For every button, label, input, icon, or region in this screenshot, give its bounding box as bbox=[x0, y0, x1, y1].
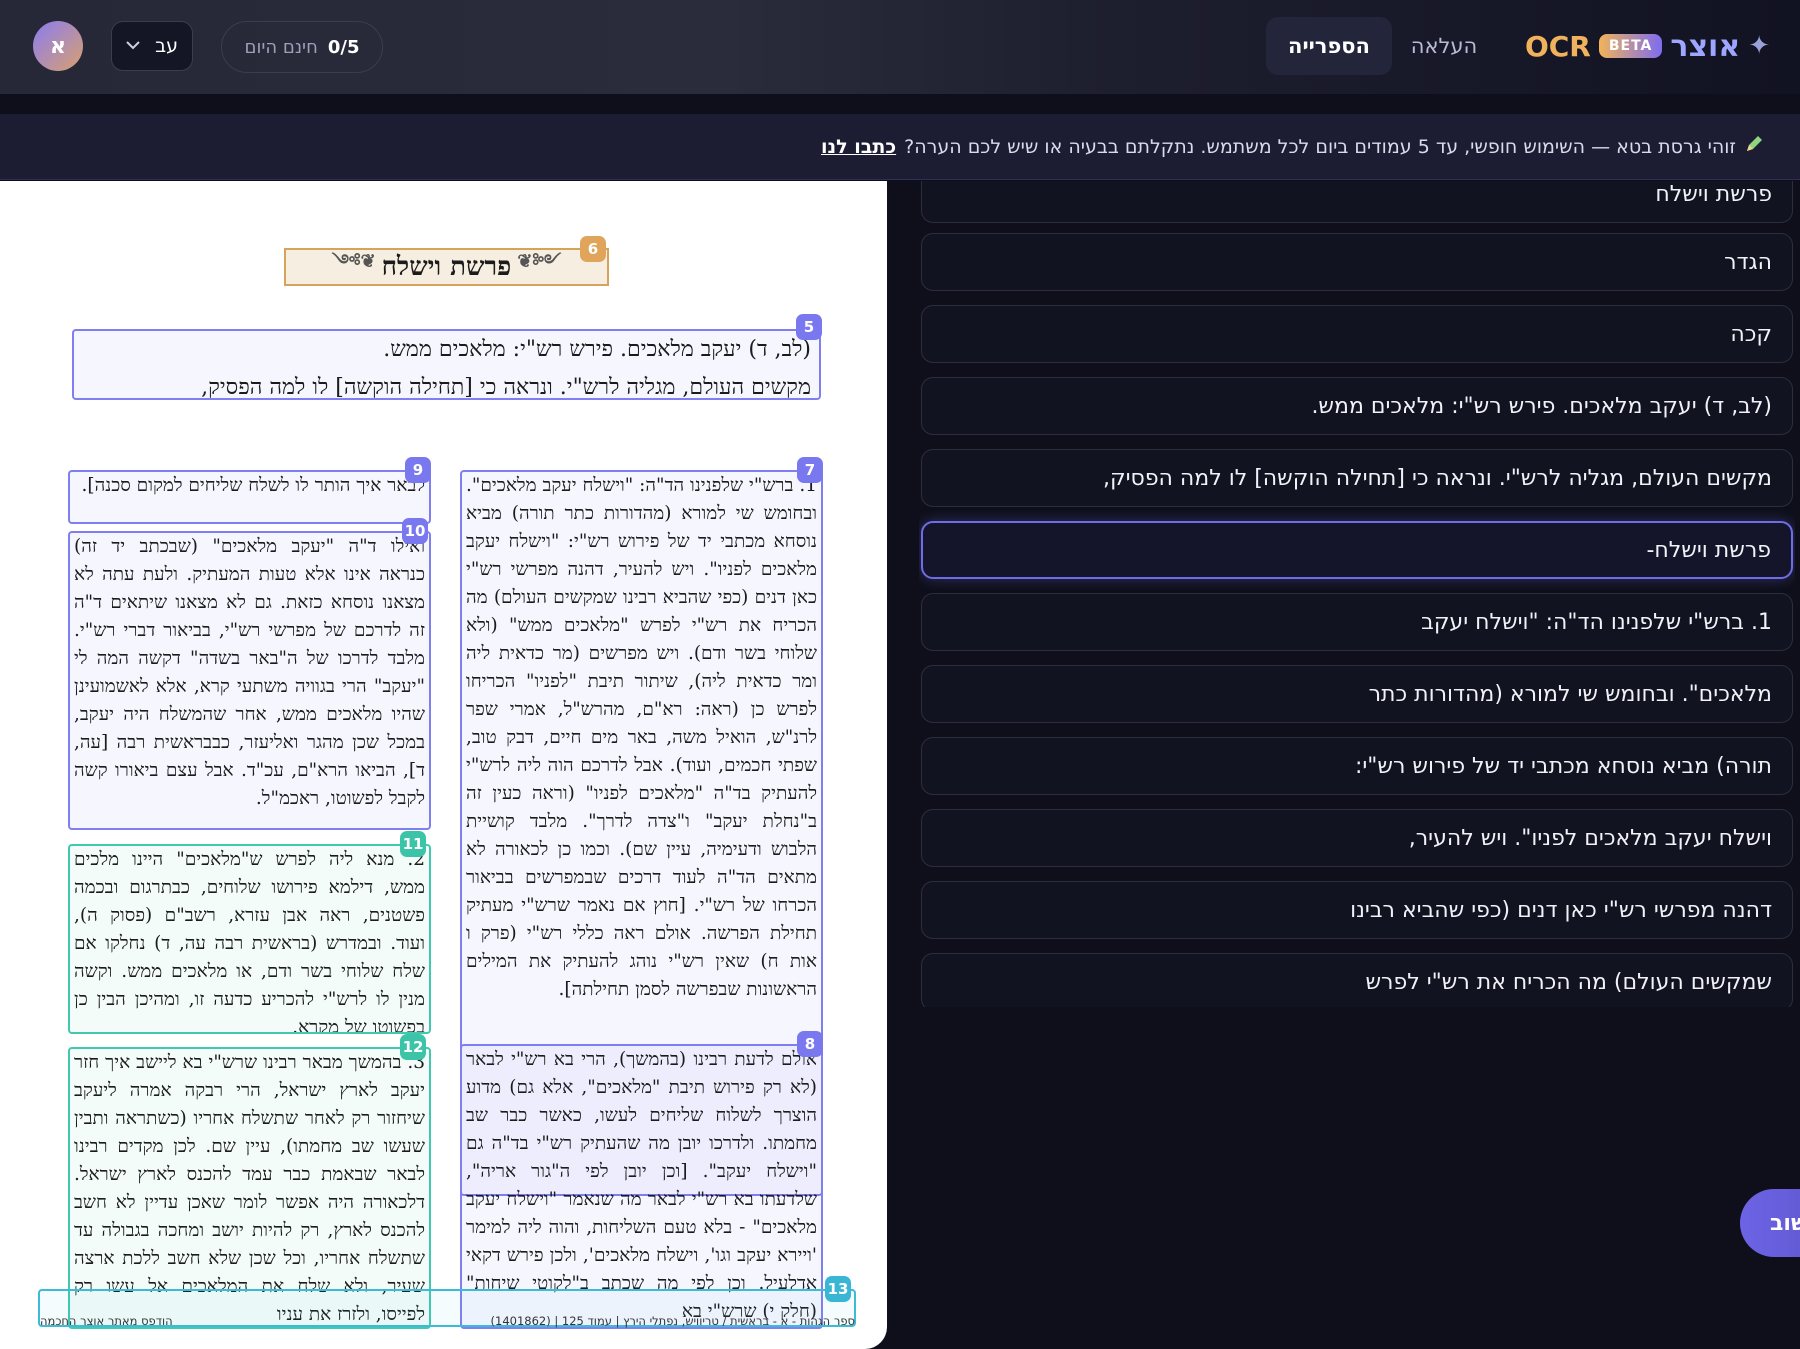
zone-title[interactable]: ༺❦ פרשת וישלח ❦༻ bbox=[284, 248, 609, 286]
ocr-line[interactable]: וישלח יעקב מלאכים לפניו". ויש להעיר, bbox=[921, 809, 1793, 867]
zone-text-block[interactable]: לבאר איך הותר לו לשלח שליחים למקום סכנה]… bbox=[68, 470, 431, 524]
beta-banner: זוהי גרסת בטא — השימוש חופשי, עד 5 עמודי… bbox=[0, 114, 1800, 180]
banner-text: זוהי גרסת בטא — השימוש חופשי, עד 5 עמודי… bbox=[904, 135, 1736, 158]
footer-print: הודפס מאתר אוצר החכמה bbox=[40, 1314, 173, 1328]
zone-badge: 12 bbox=[400, 1034, 426, 1060]
language-value: עב bbox=[155, 35, 178, 57]
contact-link[interactable]: כתבו לנו bbox=[821, 136, 896, 158]
tab-upload[interactable]: העלאה bbox=[1388, 17, 1500, 75]
brand-logo[interactable]: ✦ אוצר BETA OCR bbox=[1525, 26, 1770, 66]
zone-text-block[interactable]: ואילו ד"ה "יעקב מלאכים" (שבכתב יד זה) כנ… bbox=[68, 531, 431, 830]
footer-source: ספר הגהות - א - בראשית / טריוויש, נפתלי … bbox=[490, 1314, 855, 1328]
quota-value: 0/5 bbox=[327, 36, 360, 58]
floating-action-button[interactable]: שוב bbox=[1740, 1189, 1800, 1257]
ocr-line[interactable]: שמקשים העולם) מה הכריח את רש"י לפרש bbox=[921, 953, 1793, 1007]
quota-label: חינם היום bbox=[244, 36, 318, 58]
ocr-line[interactable]: 1. ברש"י שלפנינו הד"ה: "וישלח יעקב bbox=[921, 593, 1793, 651]
ocr-line[interactable]: קכה bbox=[921, 305, 1793, 363]
zone-badge: 8 bbox=[797, 1031, 823, 1057]
pencil-icon bbox=[1744, 134, 1764, 159]
zone-badge: 6 bbox=[580, 236, 606, 262]
zone-badge: 7 bbox=[797, 457, 823, 483]
brand-name: אוצר bbox=[1670, 28, 1741, 64]
tab-library[interactable]: הספרייה bbox=[1266, 17, 1392, 75]
language-select[interactable]: עב bbox=[111, 21, 193, 71]
intro-line: (לב, ד) יעקב מלאכים. פירש רש"י: מלאכים מ… bbox=[383, 337, 811, 362]
brand-ocr: OCR bbox=[1524, 29, 1591, 63]
chevron-down-icon bbox=[126, 39, 140, 54]
ocr-line[interactable]: פרשת וישלח bbox=[921, 181, 1793, 223]
zone-badge: 5 bbox=[796, 314, 822, 340]
intro-line: מקשים העולם, מגליה לרש"י. ונראה כי [תחיל… bbox=[201, 375, 811, 400]
zone-intro[interactable]: (לב, ד) יעקב מלאכים. פירש רש"י: מלאכים מ… bbox=[72, 329, 821, 400]
ocr-line[interactable]: מקשים העולם, מגליה לרש"י. ונראה כי [תחיל… bbox=[921, 449, 1793, 507]
ocr-line-selected[interactable]: פרשת וישלח- bbox=[921, 521, 1793, 579]
ocr-line[interactable]: דהנה מפרשי רש"י כאן דנים (כפי שהביא רבינ… bbox=[921, 881, 1793, 939]
zone-text-block[interactable]: 2. מנא ליה לפרש ש"מלאכים" היינו מלכים ממ… bbox=[68, 844, 431, 1034]
zone-badge: 9 bbox=[405, 457, 431, 483]
zone-badge: 11 bbox=[400, 831, 426, 857]
document-page: ༺❦ פרשת וישלח ❦༻ 6 (לב, ד) יעקב מלאכים. … bbox=[0, 181, 887, 1349]
zone-text-block[interactable]: 3. בהמשך מבאר רבינו שרש"י בא ליישב איך ח… bbox=[68, 1047, 431, 1329]
avatar[interactable]: א bbox=[33, 21, 83, 71]
zone-badge: 10 bbox=[402, 518, 428, 544]
ocr-line[interactable]: (לב, ד) יעקב מלאכים. פירש רש"י: מלאכים מ… bbox=[921, 377, 1793, 435]
daily-quota: 0/5 חינם היום bbox=[221, 21, 383, 73]
zone-badge: 13 bbox=[825, 1276, 851, 1302]
ocr-line[interactable]: מלאכים". ובחומש שי למורא (מהדורות כתר bbox=[921, 665, 1793, 723]
ocr-line[interactable]: הגדר bbox=[921, 233, 1793, 291]
ocr-line[interactable]: תורה) מביא נוסחא מכתבי יד של פירוש רש"י: bbox=[921, 737, 1793, 795]
page-title: פרשת וישלח bbox=[381, 252, 512, 282]
ocr-lines-list[interactable]: פרשת וישלח הגדר קכה (לב, ד) יעקב מלאכים.… bbox=[919, 181, 1795, 1007]
sparkle-icon: ✦ bbox=[1748, 31, 1770, 61]
page-footer: ספר הגהות - א - בראשית / טריוויש, נפתלי … bbox=[40, 1310, 855, 1332]
ornament-icon: ❦༻ bbox=[331, 251, 376, 272]
ornament-icon: ༺❦ bbox=[517, 251, 562, 272]
zone-text-block[interactable]: אולם לדעת רבינו (בהמשך), הרי בא רש"י לבא… bbox=[460, 1044, 823, 1329]
top-bar: ✦ אוצר BETA OCR העלאה הספרייה 0/5 חינם ה… bbox=[0, 0, 1800, 94]
beta-badge: BETA bbox=[1598, 34, 1663, 58]
